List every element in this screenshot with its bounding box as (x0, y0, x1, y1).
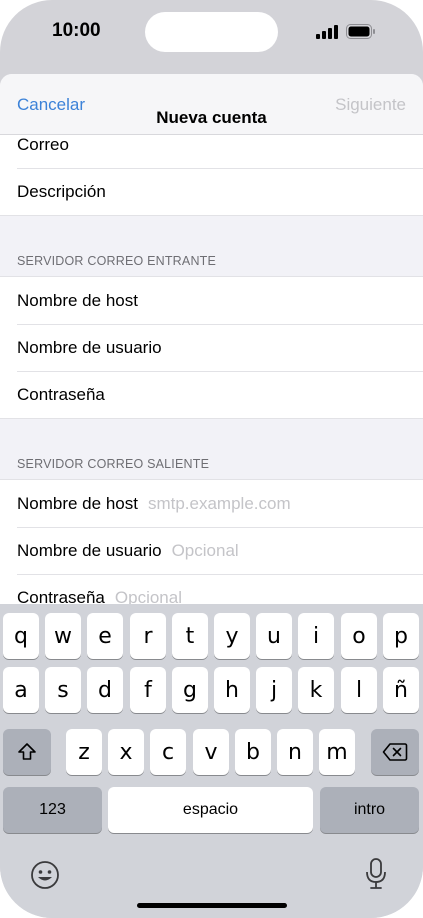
outgoing-username-label: Nombre de usuario (17, 540, 162, 560)
form-content: Correo Descripción SERVIDOR CORREO ENTRA… (0, 121, 423, 614)
microphone-icon[interactable] (365, 858, 387, 890)
keyboard: q w e r t y u i o p a s d f g h j k l ñ … (0, 604, 423, 918)
key-a[interactable]: a (3, 667, 39, 713)
emoji-icon[interactable] (30, 860, 60, 890)
delete-key[interactable] (371, 729, 419, 775)
key-u[interactable]: u (256, 613, 292, 659)
key-n[interactable]: n (277, 729, 313, 775)
key-i[interactable]: i (298, 613, 334, 659)
status-time: 10:00 (52, 20, 101, 41)
space-key[interactable]: espacio (108, 787, 313, 833)
key-p[interactable]: p (383, 613, 419, 659)
key-q[interactable]: q (3, 613, 39, 659)
key-f[interactable]: f (130, 667, 166, 713)
outgoing-username-field[interactable]: Nombre de usuario Opcional (0, 527, 423, 574)
outgoing-hostname-field[interactable]: Nombre de host smtp.example.com (0, 480, 423, 527)
incoming-password-label: Contraseña (17, 384, 105, 404)
key-o[interactable]: o (341, 613, 377, 659)
key-x[interactable]: x (108, 729, 144, 775)
phone-screen: 10:00 Cancelar Nueva cuenta Siguiente Co… (0, 0, 423, 918)
incoming-username-field[interactable]: Nombre de usuario (0, 324, 423, 371)
key-v[interactable]: v (193, 729, 229, 775)
dynamic-island (145, 12, 278, 52)
key-w[interactable]: w (45, 613, 81, 659)
nav-bar: Cancelar Nueva cuenta Siguiente (0, 74, 423, 135)
shift-icon (18, 743, 36, 760)
incoming-password-field[interactable]: Contraseña (0, 371, 423, 418)
outgoing-group: Nombre de host smtp.example.com Nombre d… (0, 480, 423, 614)
key-r[interactable]: r (130, 613, 166, 659)
new-account-sheet: Cancelar Nueva cuenta Siguiente Correo D… (0, 74, 423, 614)
description-field[interactable]: Descripción (0, 168, 423, 215)
incoming-section-header: SERVIDOR CORREO ENTRANTE (0, 215, 423, 277)
return-key[interactable]: intro (320, 787, 419, 833)
key-j[interactable]: j (256, 667, 292, 713)
incoming-hostname-field[interactable]: Nombre de host (0, 277, 423, 324)
outgoing-username-placeholder: Opcional (171, 540, 239, 560)
outgoing-header-label: SERVIDOR CORREO SALIENTE (17, 457, 210, 471)
key-s[interactable]: s (45, 667, 81, 713)
incoming-username-label: Nombre de usuario (17, 337, 162, 357)
home-indicator (137, 903, 287, 908)
email-label: Correo (17, 134, 69, 154)
delete-icon (382, 743, 408, 761)
battery-icon (346, 24, 375, 39)
key-h[interactable]: h (214, 667, 250, 713)
incoming-group: Nombre de host Nombre de usuario Contras… (0, 277, 423, 418)
shift-key[interactable] (3, 729, 51, 775)
outgoing-section-header: SERVIDOR CORREO SALIENTE (0, 418, 423, 480)
cellular-signal-icon (316, 25, 338, 39)
outgoing-hostname-label: Nombre de host (17, 493, 138, 513)
key-l[interactable]: l (341, 667, 377, 713)
key-e[interactable]: e (87, 613, 123, 659)
numbers-key[interactable]: 123 (3, 787, 102, 833)
key-ntilde[interactable]: ñ (383, 667, 419, 713)
key-k[interactable]: k (298, 667, 334, 713)
outgoing-hostname-placeholder: smtp.example.com (147, 493, 291, 513)
incoming-header-label: SERVIDOR CORREO ENTRANTE (17, 254, 217, 268)
key-d[interactable]: d (87, 667, 123, 713)
key-m[interactable]: m (319, 729, 355, 775)
next-button[interactable]: Siguiente (335, 95, 406, 115)
incoming-hostname-label: Nombre de host (17, 290, 138, 310)
key-c[interactable]: c (150, 729, 186, 775)
description-label: Descripción (17, 181, 106, 201)
key-b[interactable]: b (235, 729, 271, 775)
key-z[interactable]: z (66, 729, 102, 775)
key-g[interactable]: g (172, 667, 208, 713)
key-y[interactable]: y (214, 613, 250, 659)
status-bar: 10:00 (0, 0, 423, 70)
key-t[interactable]: t (172, 613, 208, 659)
account-group: Correo Descripción (0, 121, 423, 215)
